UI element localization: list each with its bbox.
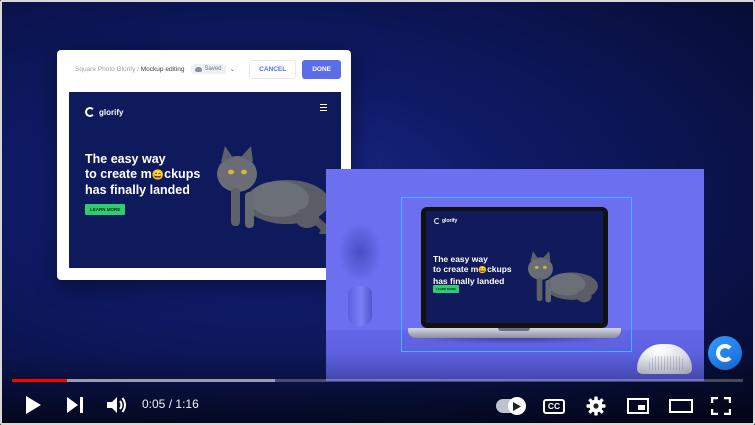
headline-line-1: The easy way: [85, 152, 166, 166]
breadcrumb-project[interactable]: Square Photo Glorify /: [75, 66, 139, 73]
headline-line-3: has finally landed: [85, 183, 190, 197]
autoplay-toggle[interactable]: [494, 397, 526, 415]
headline-line-2-end: ckups: [164, 167, 201, 181]
mini-headline-line-2-end: ckups: [487, 264, 512, 274]
mute-button[interactable]: [105, 394, 129, 416]
laptop-notch: [498, 328, 530, 331]
breadcrumb-current: Mockup editing: [140, 65, 185, 73]
saved-label: Saved: [204, 66, 222, 72]
hamburger-menu-icon: [320, 104, 327, 111]
progress-bar[interactable]: [12, 379, 743, 382]
mini-hero-headline: The easy way to create m😄ckups has final…: [433, 254, 523, 286]
plant-shadow: [338, 222, 382, 282]
mini-glorify-logo-icon: [434, 218, 440, 224]
theater-icon: [669, 399, 693, 413]
mini-brand-logo: glorify: [434, 218, 457, 224]
duration: 1:16: [175, 397, 199, 411]
laptop-screen-content: glorify The easy way to create m😄ckups h…: [426, 211, 603, 323]
volume-icon: [107, 397, 126, 413]
brand-logo: glorify: [85, 107, 123, 117]
fullscreen-button[interactable]: [709, 395, 733, 417]
mini-learn-more-button: LEARN MORE: [433, 285, 460, 293]
miniplayer-icon: [627, 398, 649, 414]
cancel-button[interactable]: CANCEL: [249, 59, 297, 79]
design-canvas[interactable]: glorify The easy way to create m😄ckups h…: [69, 92, 341, 268]
chevron-down-icon[interactable]: ⌄: [230, 65, 236, 73]
cc-icon: CC: [542, 398, 566, 414]
autoplay-toggle-icon: [496, 397, 526, 415]
editor-toolbar: Square Photo Glorify / Mockup editing Sa…: [57, 50, 351, 88]
play-icon: [26, 396, 41, 414]
theater-mode-button[interactable]: [667, 396, 695, 416]
brand-name: glorify: [99, 107, 124, 117]
next-icon: [67, 397, 83, 413]
played-bar: [12, 379, 67, 382]
current-time: 0:05: [142, 397, 166, 411]
time-display: 0:05 / 1:16: [142, 397, 199, 411]
settings-icon: [586, 396, 606, 416]
miniplayer-button[interactable]: [625, 396, 651, 416]
laptop-shadow: [412, 338, 618, 344]
settings-button[interactable]: [585, 395, 607, 417]
breadcrumb: Square Photo Glorify / Mockup editing: [75, 66, 185, 73]
captions-button[interactable]: CC: [541, 396, 567, 416]
mockup-editor-panel: Square Photo Glorify / Mockup editing Sa…: [57, 50, 351, 280]
mini-cat-image: [527, 251, 598, 303]
mini-headline-line-1: The easy way: [433, 254, 488, 264]
mini-headline-line-2-start: to create m: [433, 264, 479, 274]
mini-brand-name: glorify: [442, 218, 458, 224]
mini-smiley-emoji: 😄: [478, 267, 488, 274]
saved-status-badge: Saved: [190, 64, 226, 74]
headline-line-2-start: to create m: [85, 167, 152, 181]
vase-image: [348, 286, 372, 326]
cloud-icon: [194, 66, 202, 72]
learn-more-button: LEARN MORE: [85, 204, 126, 215]
play-button[interactable]: [22, 395, 44, 415]
glorify-logo-icon: [85, 107, 95, 117]
smiley-emoji: 😄: [151, 170, 165, 181]
headline-line-2: to create m😄ckups: [85, 167, 225, 183]
cat-image: [217, 146, 330, 234]
next-button[interactable]: [64, 395, 86, 415]
video-player[interactable]: Square Photo Glorify / Mockup editing Sa…: [0, 0, 755, 425]
done-button[interactable]: DONE: [302, 59, 341, 79]
time-separator: /: [168, 397, 173, 411]
fullscreen-icon: [711, 397, 731, 415]
mini-headline-line-2: to create m😄ckups: [433, 264, 523, 276]
hero-headline: The easy way to create m😄ckups has final…: [85, 152, 225, 198]
